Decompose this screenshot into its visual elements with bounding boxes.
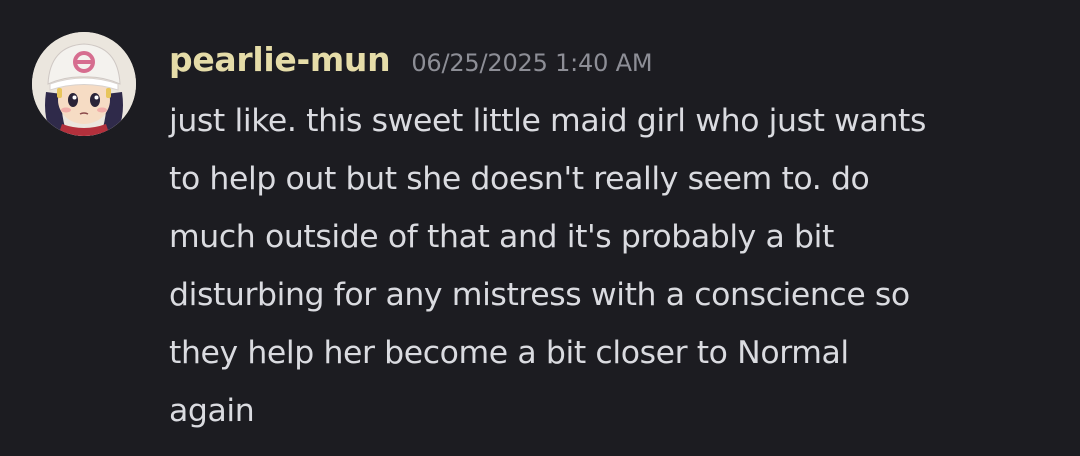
message-line: much outside of that and it's probably a… [169, 219, 834, 255]
timestamp: 06/25/2025 1:40 AM [411, 49, 653, 77]
message-line: they help her become a bit closer to Nor… [169, 335, 849, 371]
message-line: to help out but she doesn't really seem … [169, 161, 870, 197]
chat-message: pearlie-mun 06/25/2025 1:40 AM just like… [0, 0, 1080, 456]
message-line: disturbing for any mistress with a consc… [169, 277, 910, 313]
avatar[interactable] [32, 32, 136, 136]
message-line: again [169, 393, 255, 429]
username[interactable]: pearlie-mun [169, 40, 391, 79]
anime-girl-avatar-icon [32, 32, 136, 136]
message-content: just like. this sweet little maid girl w… [169, 92, 1064, 440]
message-header: pearlie-mun 06/25/2025 1:40 AM [169, 40, 653, 86]
message-line: just like. this sweet little maid girl w… [169, 103, 926, 139]
